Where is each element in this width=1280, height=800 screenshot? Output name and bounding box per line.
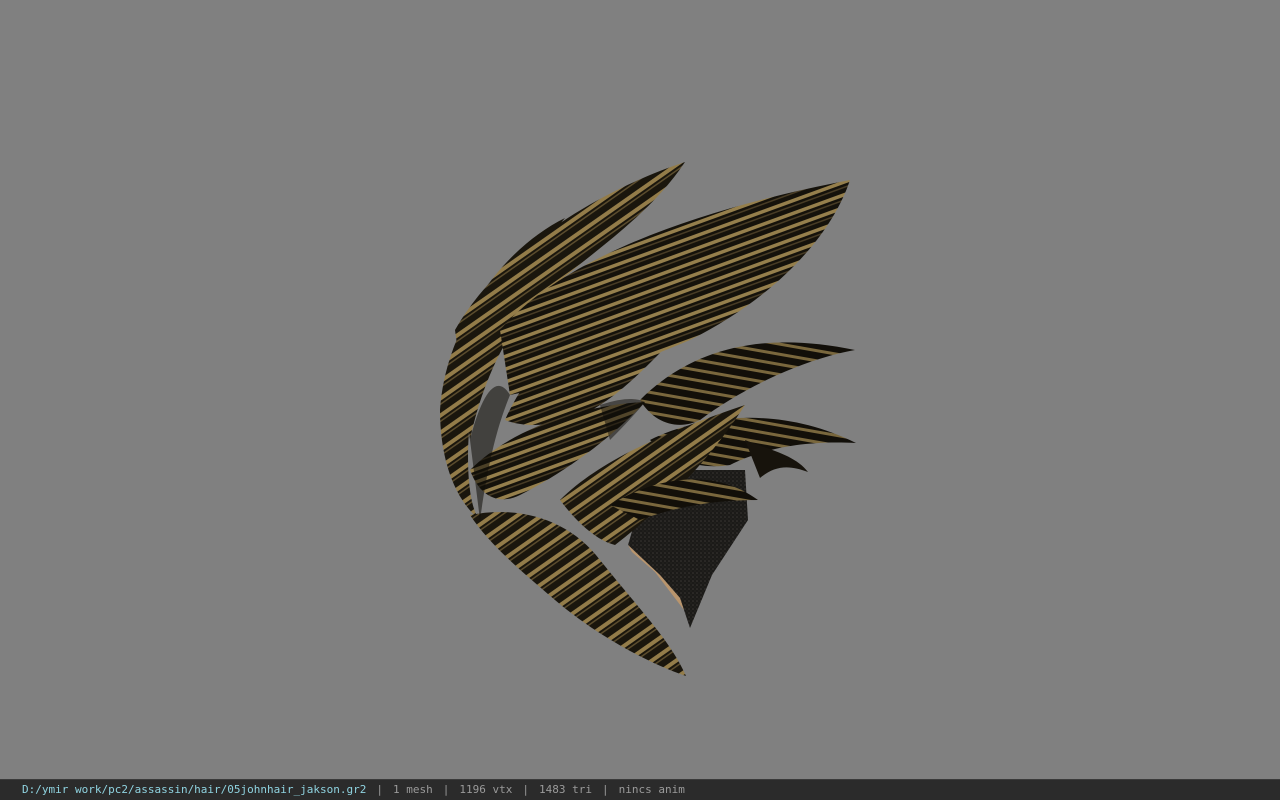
separator: | <box>442 783 450 796</box>
3d-viewport[interactable] <box>0 0 1280 779</box>
triangle-count: 1483 tri <box>538 783 592 796</box>
vertex-count: 1196 vtx <box>459 783 513 796</box>
separator: | <box>601 783 609 796</box>
mesh-count: 1 mesh <box>393 783 433 796</box>
status-bar: D:/ymir work/pc2/assassin/hair/05johnhai… <box>0 779 1280 800</box>
animation-status: nincs anim <box>618 783 685 796</box>
separator: | <box>522 783 529 796</box>
file-path: D:/ymir work/pc2/assassin/hair/05johnhai… <box>22 783 367 796</box>
hair-model-render[interactable] <box>0 0 1280 779</box>
separator: | <box>376 783 383 796</box>
hair-strand <box>640 342 855 425</box>
